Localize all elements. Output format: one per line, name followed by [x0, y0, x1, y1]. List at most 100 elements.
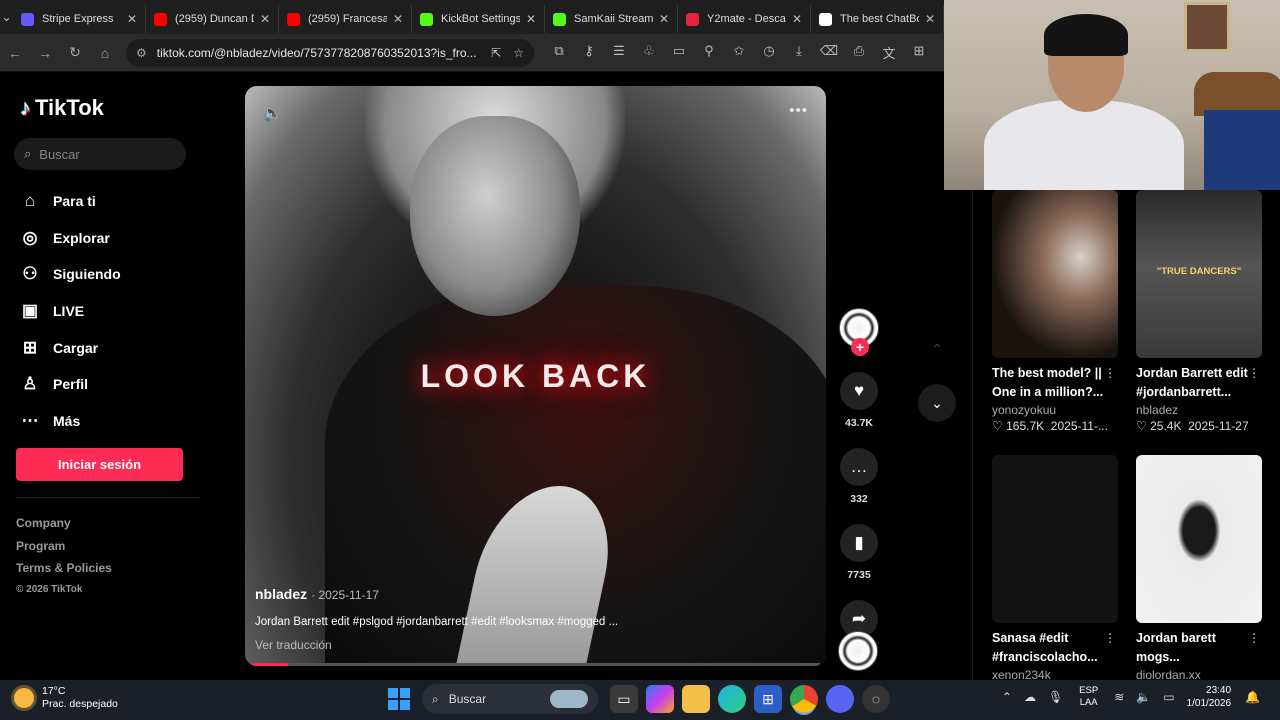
taskbar-search[interactable]: ⌕ Buscar: [422, 684, 598, 714]
browser-tab[interactable]: Stripe Express ✕: [13, 5, 146, 33]
browser-tab[interactable]: SamKaii Stream ✕: [545, 5, 678, 33]
close-tab-icon[interactable]: ✕: [659, 12, 669, 26]
extension-icon[interactable]: ⧉: [544, 43, 574, 62]
close-tab-icon[interactable]: ✕: [792, 12, 802, 26]
translate-icon[interactable]: 文: [874, 43, 904, 62]
translate-link[interactable]: Ver traducción: [255, 638, 332, 652]
volume-icon[interactable]: 🔈: [263, 104, 282, 122]
related-video-card[interactable]: Sanasa #edit #franciscolacho... ⋮ xenon2…: [992, 455, 1118, 680]
next-video-button[interactable]: ⌄: [918, 384, 956, 422]
weather-widget[interactable]: 17°C Prac. despejado: [14, 685, 118, 711]
back-icon[interactable]: ←: [0, 45, 30, 61]
favorites-icon[interactable]: ✩: [724, 43, 754, 62]
card-author[interactable]: nbladez: [1136, 403, 1262, 417]
music-disc-avatar[interactable]: [838, 631, 878, 671]
task-view-icon[interactable]: ▭: [610, 685, 638, 713]
footer-program-link[interactable]: Program: [16, 539, 112, 562]
location-icon[interactable]: ⚲: [694, 43, 724, 62]
card-title[interactable]: Jordan Barrett edit #jordanbarrett...: [1136, 364, 1248, 402]
browser-tab[interactable]: The best ChatBo ✕: [811, 5, 944, 33]
sidebar-item-siguiendo[interactable]: ⚇ Siguiendo: [20, 256, 120, 293]
video-description[interactable]: Jordan Barrett edit #pslgod #jordanbarre…: [255, 616, 618, 628]
tab-search-dropdown[interactable]: ⌄: [0, 0, 13, 34]
reading-list-icon[interactable]: ☰: [604, 43, 634, 62]
card-author[interactable]: xenon234k: [992, 668, 1118, 680]
card-more-icon[interactable]: ⋮: [1248, 366, 1260, 380]
save-action[interactable]: ▮ 7735: [838, 524, 880, 581]
password-icon[interactable]: ⚷: [574, 43, 604, 62]
card-more-icon[interactable]: ⋮: [1104, 366, 1116, 380]
video-progress-bar[interactable]: [251, 663, 820, 666]
comment-icon[interactable]: …: [840, 448, 878, 486]
video-thumbnail[interactable]: [992, 190, 1118, 358]
card-title[interactable]: The best model? || One in a million?...: [992, 364, 1104, 402]
browser-tab[interactable]: (2959) Duncan D ✕: [146, 5, 279, 33]
store-icon[interactable]: ⊞: [754, 685, 782, 713]
bookmark-star-icon[interactable]: ☆: [513, 46, 524, 60]
follow-plus-icon[interactable]: +: [851, 338, 869, 356]
browser-tab[interactable]: Y2mate - Descar ✕: [678, 5, 811, 33]
app-icon[interactable]: ◌: [862, 685, 890, 713]
sidebar-item-para-ti[interactable]: ⌂ Para ti: [20, 183, 121, 220]
file-explorer-icon[interactable]: [682, 685, 710, 713]
clock[interactable]: 23:40 1/01/2026: [1187, 684, 1232, 710]
home-icon[interactable]: ⌂: [90, 45, 120, 61]
card-title[interactable]: Jordan barett mogs...: [1136, 629, 1248, 667]
comment-action[interactable]: … 332: [838, 448, 880, 505]
install-app-icon[interactable]: ⇱: [491, 46, 501, 60]
author-name[interactable]: nbladez: [255, 586, 307, 602]
close-tab-icon[interactable]: ✕: [393, 12, 403, 26]
apps-icon[interactable]: ⊞: [904, 43, 934, 62]
bookmark-icon[interactable]: ▮: [840, 524, 878, 562]
login-button[interactable]: Iniciar sesión: [16, 448, 183, 481]
edge-icon[interactable]: [718, 685, 746, 713]
address-bar[interactable]: ⚙ tiktok.com/@nbladez/video/757377820876…: [126, 38, 534, 67]
volume-icon[interactable]: 🔈: [1136, 690, 1151, 704]
heart-icon[interactable]: ♥: [840, 372, 878, 410]
footer-terms-link[interactable]: Terms & Policies: [16, 561, 112, 584]
sidebar-item-cargar[interactable]: ⊞ Cargar: [20, 329, 121, 366]
close-tab-icon[interactable]: ✕: [526, 12, 536, 26]
download-icon[interactable]: ⤓: [784, 43, 814, 62]
reload-icon[interactable]: ↻: [60, 44, 90, 61]
close-tab-icon[interactable]: ✕: [925, 12, 935, 26]
sidebar-item-más[interactable]: ⋯ Más: [20, 403, 121, 440]
notification-bell-icon[interactable]: 🔔: [1245, 690, 1260, 704]
history-icon[interactable]: ◷: [754, 43, 784, 62]
sidebar-item-perfil[interactable]: ♙ Perfil: [20, 366, 121, 403]
extension-icon[interactable]: ♧: [634, 43, 664, 62]
close-tab-icon[interactable]: ✕: [127, 12, 137, 26]
copilot-icon[interactable]: [646, 685, 674, 713]
language-indicator[interactable]: ESP LAA: [1079, 685, 1098, 709]
more-options-icon[interactable]: •••: [789, 102, 808, 119]
windows-start-icon[interactable]: [388, 688, 410, 710]
forward-icon[interactable]: →: [30, 45, 60, 61]
chrome-icon[interactable]: [790, 685, 818, 713]
related-video-card[interactable]: "TRUE DANCERS" Jordan Barrett edit #jord…: [1136, 190, 1262, 433]
video-author[interactable]: nbladez · 2025-11-17: [255, 586, 379, 602]
like-action[interactable]: ♥ 43.7K: [838, 372, 880, 429]
video-player[interactable]: LOOK BACK 🔈 ••• nbladez · 2025-11-17 Jord…: [245, 86, 826, 666]
microphone-icon[interactable]: 🎙: [1048, 690, 1063, 704]
chevron-up-icon[interactable]: ⌃: [1002, 690, 1012, 704]
battery-icon[interactable]: ▭: [1163, 690, 1174, 704]
footer-company-link[interactable]: Company: [16, 516, 112, 539]
related-video-card[interactable]: The best model? || One in a million?... …: [992, 190, 1118, 433]
tiktok-logo[interactable]: ♪ TikTok: [20, 95, 104, 121]
search-input[interactable]: ⌕ Buscar: [14, 138, 186, 170]
close-tab-icon[interactable]: ✕: [260, 12, 270, 26]
previous-video-button[interactable]: ⌃: [918, 330, 956, 368]
print-icon[interactable]: ⎙: [844, 43, 874, 62]
card-more-icon[interactable]: ⋮: [1248, 631, 1260, 645]
video-thumbnail[interactable]: [992, 455, 1118, 623]
delete-icon[interactable]: ⌫: [814, 43, 844, 62]
card-icon[interactable]: ▭: [664, 43, 694, 62]
card-more-icon[interactable]: ⋮: [1104, 631, 1116, 645]
sidebar-item-live[interactable]: ▣ LIVE: [20, 293, 121, 330]
video-thumbnail[interactable]: "TRUE DANCERS": [1136, 190, 1262, 358]
card-author[interactable]: yonozyokuu: [992, 403, 1118, 417]
cloud-icon[interactable]: ☁: [1024, 690, 1036, 704]
discord-icon[interactable]: [826, 685, 854, 713]
card-author[interactable]: diolordan.xx: [1136, 668, 1262, 680]
site-info-icon[interactable]: ⚙: [136, 46, 147, 60]
